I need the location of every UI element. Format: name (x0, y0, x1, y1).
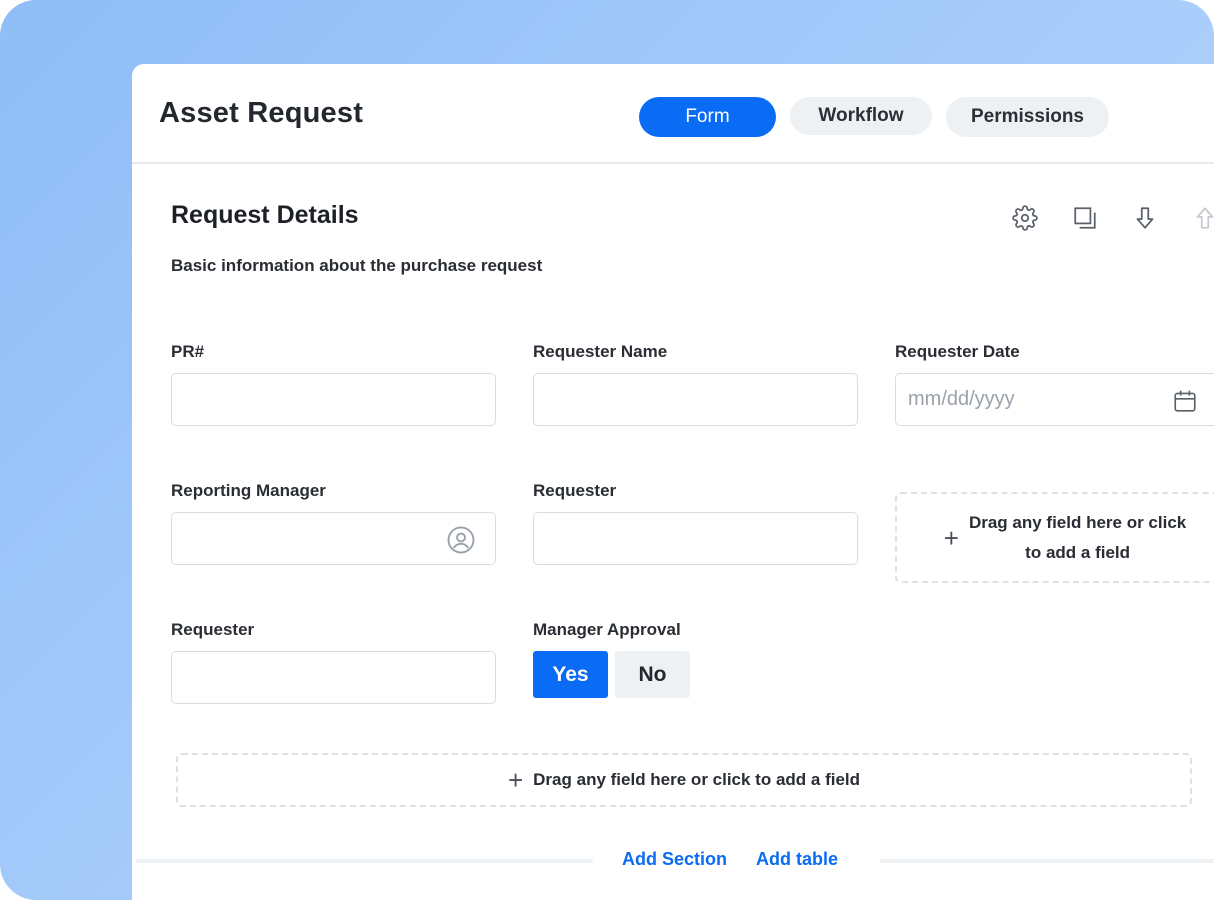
approval-yes-button[interactable]: Yes (533, 651, 608, 698)
dropzone-text-line2: to add a field (1025, 542, 1131, 562)
gear-icon[interactable] (1011, 204, 1039, 232)
requester-date-input[interactable]: mm/dd/yyyy (895, 373, 1214, 426)
footer-divider-right (880, 859, 1214, 863)
footer-divider-left (136, 859, 593, 863)
tab-workflow[interactable]: Workflow (790, 97, 932, 135)
reporting-manager-input[interactable] (171, 512, 496, 565)
page-title: Asset Request (159, 97, 364, 129)
requester-input-2[interactable] (171, 651, 496, 704)
dropzone-row-text: Drag any field here or click to add a fi… (533, 770, 861, 789)
section-title: Request Details (171, 201, 359, 229)
dropzone-text-line1: Drag any field here or click (968, 512, 1187, 532)
user-icon[interactable] (445, 524, 477, 556)
requester-label-2: Requester (171, 620, 255, 639)
date-placeholder: mm/dd/yyyy (908, 388, 1015, 410)
pr-number-label: PR# (171, 342, 205, 361)
arrow-down-icon[interactable] (1131, 204, 1159, 232)
add-section-link[interactable]: Add Section (622, 849, 727, 870)
pr-number-input[interactable] (171, 373, 496, 426)
add-field-dropzone-row[interactable]: + Drag any field here or click to add a … (176, 753, 1192, 807)
requester-input[interactable] (533, 512, 858, 565)
approval-no-button[interactable]: No (615, 651, 690, 698)
form-builder-window: Asset Request Form Workflow Permissions … (132, 64, 1214, 904)
requester-name-label: Requester Name (533, 342, 668, 361)
requester-name-input[interactable] (533, 373, 858, 426)
requester-date-label: Requester Date (895, 342, 1020, 361)
requester-label: Requester (533, 481, 617, 500)
plus-icon: + (507, 765, 524, 795)
section-description: Basic information about the purchase req… (171, 256, 543, 275)
arrow-up-icon[interactable] (1191, 204, 1214, 232)
tab-permissions[interactable]: Permissions (946, 97, 1109, 137)
add-field-dropzone-cell[interactable]: + Drag any field here or click to add a … (895, 492, 1214, 583)
reporting-manager-label: Reporting Manager (171, 481, 326, 500)
tab-form[interactable]: Form (639, 97, 776, 137)
plus-icon: + (943, 522, 959, 553)
manager-approval-label: Manager Approval (533, 620, 681, 639)
app-header: Asset Request Form Workflow Permissions (132, 64, 1214, 164)
add-table-link[interactable]: Add table (756, 849, 838, 870)
duplicate-icon[interactable] (1071, 204, 1099, 232)
calendar-icon[interactable] (1169, 385, 1201, 417)
